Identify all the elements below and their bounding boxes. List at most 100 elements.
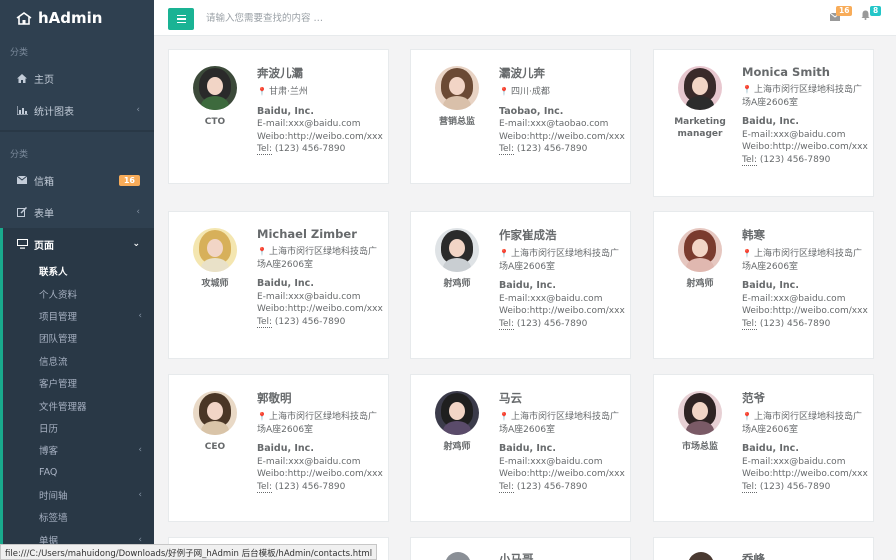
contact-card[interactable]: 射鸡师 马云 📍 上海市闵行区绿地科技岛广场A座2606室 Baidu, Inc.… bbox=[410, 374, 631, 522]
sidebar-item-label: 表单 bbox=[34, 208, 54, 220]
map-marker-icon: 📍 bbox=[742, 249, 752, 258]
contact-tel: Tel: (123) 456-7890 bbox=[257, 316, 385, 329]
avatar bbox=[435, 391, 479, 435]
contact-address: 📍 四川·成都 bbox=[499, 86, 627, 99]
contact-name: Michael Zimber bbox=[257, 227, 357, 241]
subnav-label: 时间轴 bbox=[39, 491, 68, 503]
tel-label: Tel: bbox=[499, 144, 515, 155]
contact-tel: Tel: (123) 456-7890 bbox=[499, 318, 627, 331]
sidebar-item-forms[interactable]: 表单 ‹ bbox=[0, 196, 154, 228]
avatar-block: 市场总监 bbox=[667, 391, 733, 453]
tel-label: Tel: bbox=[257, 481, 273, 493]
brand-title: hAdmin bbox=[38, 9, 103, 27]
contact-weibo: Weibo:http://weibo.com/xxx bbox=[499, 469, 625, 479]
contact-weibo: Weibo:http://weibo.com/xxx bbox=[499, 131, 625, 142]
contact-card[interactable]: Marketing manager Monica Smith 📍 上海市闵行区绿地… bbox=[653, 49, 874, 197]
map-marker-icon: 📍 bbox=[257, 87, 267, 96]
contact-card[interactable]: CEO 郭敬明 📍 上海市闵行区绿地科技岛广场A座2606室 Baidu, Inc… bbox=[168, 374, 389, 522]
sidebar-item-pages[interactable]: 页面 ⌄ bbox=[0, 228, 154, 260]
subnav-label: 项目管理 bbox=[39, 311, 78, 323]
scrollbar[interactable] bbox=[890, 36, 896, 544]
subnav-item-file-manager[interactable]: 文件管理器 bbox=[3, 394, 154, 416]
subnav-item-blog[interactable]: 博客 ‹ bbox=[3, 439, 154, 461]
search-input[interactable] bbox=[206, 10, 506, 26]
bar-chart-icon bbox=[17, 105, 29, 115]
contact-card[interactable]: 小马哥 bbox=[410, 537, 631, 560]
tel-number: (123) 456-7890 bbox=[759, 154, 831, 165]
subnav-item-profile[interactable]: 个人资料 bbox=[3, 282, 154, 304]
subnav-item-timeline[interactable]: 时间轴 ‹ bbox=[3, 484, 154, 506]
group-label: 分类 bbox=[10, 150, 29, 160]
subnav-item-faq[interactable]: FAQ bbox=[3, 462, 154, 484]
subnav-item-projects[interactable]: 项目管理 ‹ bbox=[3, 305, 154, 327]
contact-email: E-mail:xxx@baidu.com bbox=[742, 293, 846, 304]
contact-address: 📍 上海市闵行区绿地科技岛广场A座2606室 bbox=[742, 411, 870, 436]
tel-label: Tel: bbox=[499, 318, 515, 330]
contact-company: Baidu, Inc. bbox=[742, 116, 799, 127]
subnav-item-contacts[interactable]: 联系人 bbox=[3, 260, 154, 282]
contact-card[interactable]: 攻城师 Michael Zimber 📍 上海市闵行区绿地科技岛广场A座2606室… bbox=[168, 211, 389, 359]
bell-icon[interactable] bbox=[861, 10, 870, 23]
chevron-down-icon: ⌄ bbox=[132, 239, 140, 249]
chevron-left-icon: ‹ bbox=[136, 207, 140, 217]
contact-weibo: Weibo:http://weibo.com/xxx bbox=[742, 142, 868, 152]
tel-number: (123) 456-7890 bbox=[516, 318, 588, 329]
contact-email: E-mail:xxx@baidu.com bbox=[257, 456, 361, 467]
map-marker-icon: 📍 bbox=[499, 249, 509, 258]
subnav-label: 标签墙 bbox=[39, 513, 68, 525]
avatar-block: Marketing manager bbox=[667, 66, 733, 140]
browser-status-bar: file:///C:/Users/mahuidong/Downloads/好例子… bbox=[0, 544, 378, 560]
subnav-label: 个人资料 bbox=[39, 289, 78, 301]
subnav-item-clients[interactable]: 客户管理 bbox=[3, 372, 154, 394]
contact-email: E-mail:xxx@baidu.com bbox=[257, 119, 361, 129]
map-marker-icon: 📍 bbox=[257, 247, 267, 256]
contact-info: 范爷 📍 上海市闵行区绿地科技岛广场A座2606室 Baidu, Inc. E-m… bbox=[742, 390, 870, 493]
divider bbox=[0, 130, 154, 132]
avatar-block: CTO bbox=[182, 66, 248, 128]
contact-email: E-mail:xxx@baidu.com bbox=[499, 293, 603, 304]
contact-tel: Tel: (123) 456-7890 bbox=[742, 318, 870, 331]
contact-card[interactable]: 乔峰 bbox=[653, 537, 874, 560]
mail-badge: 16 bbox=[836, 6, 853, 16]
avatar-block: CEO bbox=[182, 391, 248, 453]
avatar bbox=[193, 391, 237, 435]
subnav-item-feed[interactable]: 信息流 bbox=[3, 350, 154, 372]
tel-label: Tel: bbox=[257, 144, 273, 155]
desktop-icon bbox=[17, 239, 29, 249]
contact-company: Taobao, Inc. bbox=[499, 105, 564, 117]
contact-company: Baidu, Inc. bbox=[257, 443, 314, 454]
contact-company: Baidu, Inc. bbox=[742, 280, 799, 291]
avatar bbox=[193, 66, 237, 110]
contact-name: 马云 bbox=[499, 391, 522, 405]
contact-role: 射鸡师 bbox=[443, 442, 471, 452]
subnav-item-calendar[interactable]: 日历 bbox=[3, 417, 154, 439]
subnav-item-tag-wall[interactable]: 标签墙 bbox=[3, 506, 154, 528]
sidebar-item-mailbox[interactable]: 信箱 16 bbox=[0, 164, 154, 196]
contact-card[interactable]: CTO 奔波儿灞 📍 甘肃·兰州 Baidu, Inc. E-mail:xxx@b… bbox=[168, 49, 389, 184]
avatar-block: 射鸡师 bbox=[424, 228, 490, 290]
chevron-left-icon: ‹ bbox=[138, 310, 142, 321]
contact-role: CTO bbox=[204, 117, 226, 127]
contact-card[interactable]: 营销总监 灞波儿奔 📍 四川·成都 Taobao, Inc. E-mail:xxx… bbox=[410, 49, 631, 184]
contact-company: Baidu, Inc. bbox=[499, 443, 556, 454]
contact-email: E-mail:xxx@baidu.com bbox=[742, 129, 846, 140]
contact-address: 📍 甘肃·兰州 bbox=[257, 86, 385, 99]
contact-card[interactable]: 射鸡师 作家崔成浩 📍 上海市闵行区绿地科技岛广场A座2606室 Baidu, I… bbox=[410, 211, 631, 359]
brand[interactable]: hAdmin bbox=[0, 0, 154, 36]
sidebar-item-charts[interactable]: 统计图表 ‹ bbox=[0, 94, 154, 126]
subnav-label: 文件管理器 bbox=[39, 401, 87, 413]
contact-card[interactable]: 市场总监 范爷 📍 上海市闵行区绿地科技岛广场A座2606室 Baidu, Inc… bbox=[653, 374, 874, 522]
subnav-label: FAQ bbox=[39, 467, 58, 479]
avatar bbox=[678, 391, 722, 435]
avatar bbox=[445, 552, 471, 560]
edit-icon bbox=[17, 207, 29, 217]
contact-address: 📍 上海市闵行区绿地科技岛广场A座2606室 bbox=[257, 246, 385, 271]
sidebar-item-home[interactable]: 主页 bbox=[0, 62, 154, 94]
map-marker-icon: 📍 bbox=[499, 412, 509, 421]
menu-toggle-button[interactable] bbox=[168, 8, 194, 30]
chevron-left-icon: ‹ bbox=[138, 445, 142, 456]
map-marker-icon: 📍 bbox=[257, 412, 267, 421]
contact-card[interactable]: 射鸡师 韩寒 📍 上海市闵行区绿地科技岛广场A座2606室 Baidu, Inc.… bbox=[653, 211, 874, 359]
contact-company: Baidu, Inc. bbox=[499, 280, 556, 291]
subnav-item-teams[interactable]: 团队管理 bbox=[3, 327, 154, 349]
